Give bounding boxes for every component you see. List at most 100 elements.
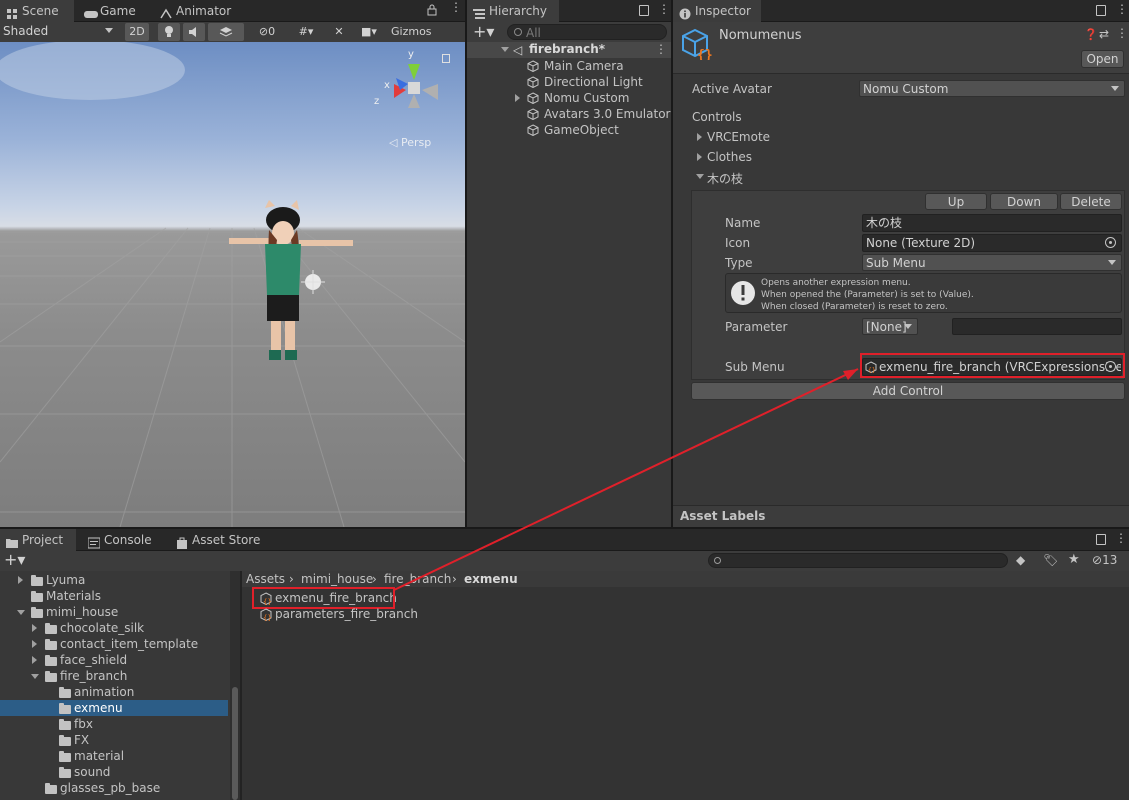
gamepad-icon: [84, 5, 98, 18]
grid-snap-toggle[interactable]: #▾: [286, 23, 326, 41]
tree-scrollbar[interactable]: [230, 571, 240, 800]
parameter-dropdown[interactable]: [None]: [862, 318, 918, 335]
hierarchy-item-nomu-custom[interactable]: Nomu Custom: [527, 90, 629, 106]
object-picker-icon[interactable]: [1105, 237, 1116, 248]
tab-animator[interactable]: Animator: [154, 0, 244, 22]
search-by-label-icon[interactable]: 🏷: [1043, 553, 1058, 567]
inspector-menu-icon[interactable]: ⋮: [1116, 2, 1128, 16]
hierarchy-search-input[interactable]: All: [507, 24, 667, 40]
icon-field[interactable]: None (Texture 2D): [862, 234, 1122, 252]
fold-arrow-icon[interactable]: [32, 656, 37, 664]
favorite-star-icon[interactable]: ★: [1068, 552, 1080, 567]
audio-toggle[interactable]: [183, 23, 205, 41]
help-icon[interactable]: ❓: [1084, 28, 1098, 41]
toggle-2d-button[interactable]: 2D: [125, 23, 149, 41]
tab-asset-store[interactable]: Asset Store: [170, 529, 270, 551]
fold-arrow-icon[interactable]: [31, 674, 39, 679]
scene-viewport[interactable]: y x z ◁ Persp: [0, 42, 465, 527]
tree-item-glasses-pb-base[interactable]: glasses_pb_base: [60, 780, 160, 796]
fold-arrow-icon[interactable]: [696, 174, 704, 179]
tools-toggle[interactable]: ✕: [329, 23, 349, 41]
tree-item-face-shield[interactable]: face_shield: [60, 652, 127, 668]
breadcrumb-mimi-house[interactable]: mimi_house: [301, 571, 373, 587]
hidden-packages-toggle[interactable]: ⊘13: [1092, 553, 1117, 567]
breadcrumb-exmenu[interactable]: exmenu: [464, 571, 518, 587]
tab-project[interactable]: Project: [0, 529, 76, 551]
project-lock-icon[interactable]: [1096, 534, 1106, 545]
control-item-branch[interactable]: 木の枝: [707, 170, 743, 187]
tree-item-fire-branch[interactable]: fire_branch: [60, 668, 127, 684]
add-control-button[interactable]: Add Control: [691, 382, 1125, 400]
tree-item-material[interactable]: material: [74, 748, 124, 764]
hidden-objects-toggle[interactable]: ⊘0: [251, 23, 283, 41]
hierarchy-menu-icon[interactable]: ⋮: [658, 2, 670, 16]
shading-dropdown[interactable]: Shaded: [0, 23, 118, 41]
tree-item-mimi-house[interactable]: mimi_house: [46, 604, 118, 620]
fold-arrow-icon[interactable]: [501, 47, 509, 52]
gizmos-dropdown[interactable]: Gizmos: [388, 23, 448, 41]
fold-arrow-icon[interactable]: [17, 610, 25, 615]
fold-arrow-icon[interactable]: [697, 133, 702, 141]
header-menu-icon[interactable]: ⋮: [1116, 26, 1128, 40]
tab-inspector[interactable]: Inspector: [673, 0, 761, 22]
avatar-model[interactable]: [225, 200, 365, 370]
folder-icon: [6, 534, 18, 548]
project-search-input[interactable]: [708, 553, 1008, 568]
hierarchy-item-avatars-emulator[interactable]: Avatars 3.0 Emulator C: [527, 106, 671, 122]
hierarchy-item-main-camera[interactable]: Main Camera: [527, 58, 624, 74]
tab-scene[interactable]: Scene: [0, 0, 74, 22]
parameter-value-field[interactable]: [952, 318, 1122, 335]
up-button[interactable]: Up: [925, 193, 987, 210]
tab-hierarchy[interactable]: Hierarchy: [467, 0, 559, 22]
search-by-type-icon[interactable]: ◆: [1016, 553, 1025, 567]
name-field[interactable]: 木の枝: [862, 214, 1122, 232]
gizmo-lock-icon[interactable]: [442, 54, 450, 63]
fold-arrow-icon[interactable]: [32, 640, 37, 648]
type-dropdown[interactable]: Sub Menu: [862, 254, 1122, 271]
tree-item-contact-item-template[interactable]: contact_item_template: [60, 636, 198, 652]
project-add-button[interactable]: +▾: [4, 551, 25, 569]
camera-dropdown[interactable]: ■▾: [354, 23, 384, 41]
down-button[interactable]: Down: [990, 193, 1058, 210]
type-label: Type: [725, 256, 753, 270]
asset-labels-bar[interactable]: Asset Labels: [673, 505, 1129, 527]
control-item-clothes[interactable]: Clothes: [707, 150, 752, 164]
fold-arrow-icon[interactable]: [515, 94, 520, 102]
tree-item-animation[interactable]: animation: [74, 684, 134, 700]
hierarchy-add-button[interactable]: +▾: [473, 23, 494, 41]
hierarchy-item-gameobject[interactable]: GameObject: [527, 122, 619, 138]
tree-item-materials[interactable]: Materials: [46, 588, 101, 604]
open-button[interactable]: Open: [1081, 50, 1124, 68]
hierarchy-lock-icon[interactable]: [639, 5, 649, 16]
delete-button[interactable]: Delete: [1060, 193, 1122, 210]
scene-menu-icon[interactable]: ⋮: [450, 1, 462, 17]
preset-icon[interactable]: ⇄: [1099, 27, 1109, 41]
effects-toggle[interactable]: [208, 23, 244, 41]
persp-label[interactable]: ◁ Persp: [389, 136, 431, 149]
fold-arrow-icon[interactable]: [697, 153, 702, 161]
lighting-toggle[interactable]: [158, 23, 180, 41]
active-avatar-dropdown[interactable]: Nomu Custom: [859, 80, 1125, 97]
tab-game[interactable]: Game: [78, 0, 148, 22]
fold-arrow-icon[interactable]: [32, 624, 37, 632]
inspector-lock-icon[interactable]: [1096, 5, 1106, 16]
tree-item-exmenu[interactable]: exmenu: [74, 700, 123, 716]
tree-item-fbx[interactable]: fbx: [74, 716, 93, 732]
asset-item-parameters-fire-branch[interactable]: parameters_fire_branch: [275, 606, 418, 622]
project-menu-icon[interactable]: ⋮: [1115, 531, 1127, 545]
control-item-vrcemote[interactable]: VRCEmote: [707, 130, 770, 144]
folder-icon: [59, 735, 71, 746]
breadcrumb-fire-branch[interactable]: fire_branch: [384, 571, 451, 587]
scene-lock-icon[interactable]: [427, 4, 437, 16]
tree-item-lyuma[interactable]: Lyuma: [46, 572, 85, 588]
scene-row-menu-icon[interactable]: ⋮: [655, 42, 667, 56]
tab-console[interactable]: Console: [82, 529, 166, 551]
hierarchy-item-directional-light[interactable]: Directional Light: [527, 74, 643, 90]
fold-arrow-icon[interactable]: [18, 576, 23, 584]
tree-item-chocolate-silk[interactable]: chocolate_silk: [60, 620, 144, 636]
tree-item-fx[interactable]: FX: [74, 732, 89, 748]
breadcrumb-assets[interactable]: Assets: [246, 571, 285, 587]
hierarchy-scene-row[interactable]: ◁ firebranch* ⋮: [467, 42, 671, 58]
tree-scrollbar-thumb[interactable]: [232, 687, 238, 800]
tree-item-sound[interactable]: sound: [74, 764, 110, 780]
